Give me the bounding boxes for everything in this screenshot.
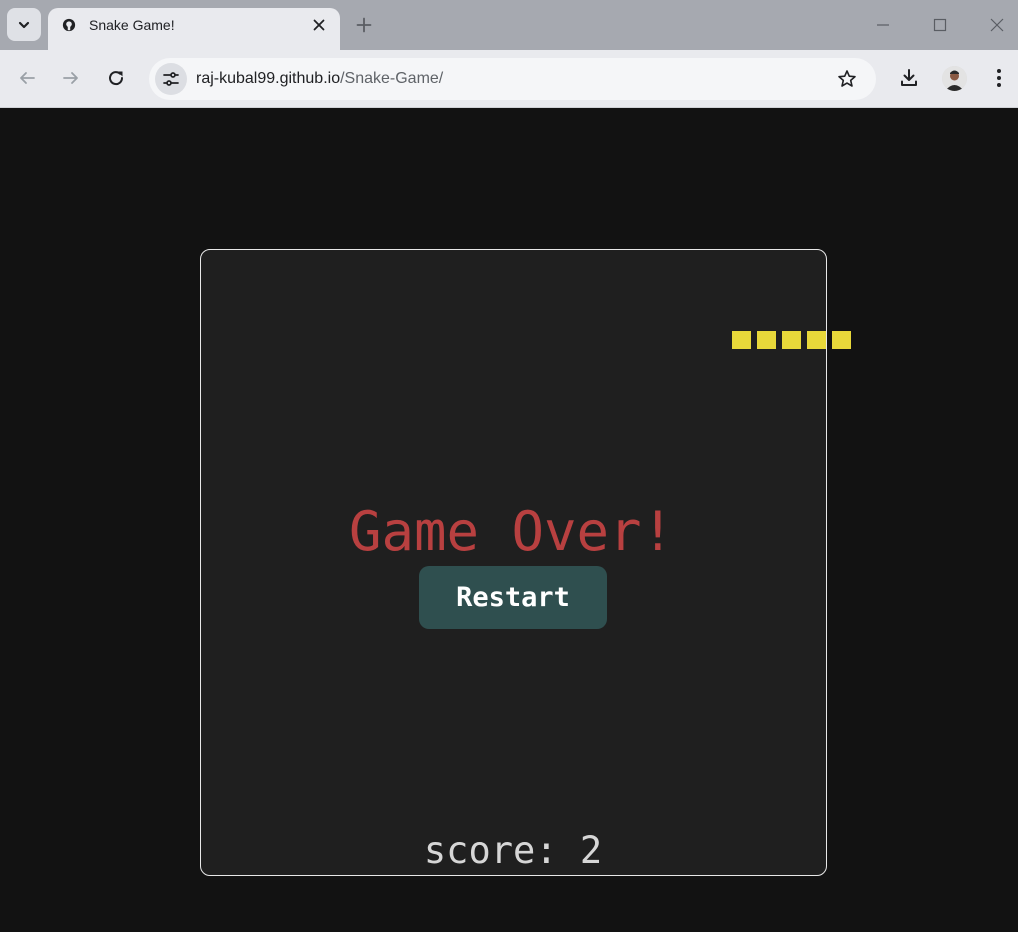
snake-segment: [832, 331, 851, 349]
arrow-left-icon: [20, 72, 35, 84]
snake-segment: [732, 331, 751, 349]
snake-segment: [807, 331, 826, 349]
github-icon: [62, 18, 76, 32]
bookmark-button[interactable]: [835, 67, 859, 91]
forward-button[interactable]: [59, 66, 83, 90]
site-info-button[interactable]: [155, 63, 187, 95]
snake-segment: [757, 331, 776, 349]
game-over-message: Game Over!: [348, 500, 675, 563]
avatar[interactable]: [942, 66, 967, 91]
download-button[interactable]: [897, 66, 921, 90]
window-close-button[interactable]: [985, 13, 1009, 37]
url-text[interactable]: raj-kubal99.github.io/Snake-Game/: [196, 70, 443, 88]
browser-toolbar: raj-kubal99.github.io/Snake-Game/: [0, 50, 1018, 108]
tab-snake-game[interactable]: Snake Game!: [48, 8, 340, 50]
kebab-menu-icon: [997, 69, 1001, 87]
close-icon: [990, 18, 1004, 32]
minimize-icon: [877, 24, 889, 26]
close-icon: [313, 19, 325, 31]
profile-avatar-icon: [942, 66, 967, 91]
chevron-down-icon: [18, 21, 30, 28]
snake-segment: [782, 331, 801, 349]
plus-icon: [356, 17, 372, 33]
maximize-icon: [933, 18, 947, 32]
snake: [732, 331, 851, 349]
tab-close-button[interactable]: [310, 16, 328, 34]
arrow-right-icon: [63, 72, 78, 84]
page-viewport: Game Over! Restart score: 2: [0, 109, 1018, 932]
reload-icon: [109, 71, 124, 86]
tab-title: Snake Game!: [89, 17, 175, 33]
minimize-button[interactable]: [871, 13, 895, 37]
url-path: /Snake-Game/: [340, 70, 444, 87]
restart-button[interactable]: Restart: [419, 566, 607, 629]
new-tab-button[interactable]: [352, 13, 376, 37]
back-button[interactable]: [15, 66, 39, 90]
tab-strip: Snake Game!: [0, 0, 1018, 50]
tune-icon: [163, 72, 179, 86]
maximize-button[interactable]: [928, 13, 952, 37]
score-display: score: 2: [423, 829, 603, 872]
download-icon: [901, 69, 917, 86]
browser-menu-button[interactable]: [987, 66, 1011, 90]
address-bar[interactable]: raj-kubal99.github.io/Snake-Game/: [149, 58, 876, 100]
star-icon: [838, 70, 856, 87]
reload-button[interactable]: [104, 66, 128, 90]
url-host: raj-kubal99.github.io: [196, 70, 341, 87]
tab-search-button[interactable]: [7, 8, 41, 41]
